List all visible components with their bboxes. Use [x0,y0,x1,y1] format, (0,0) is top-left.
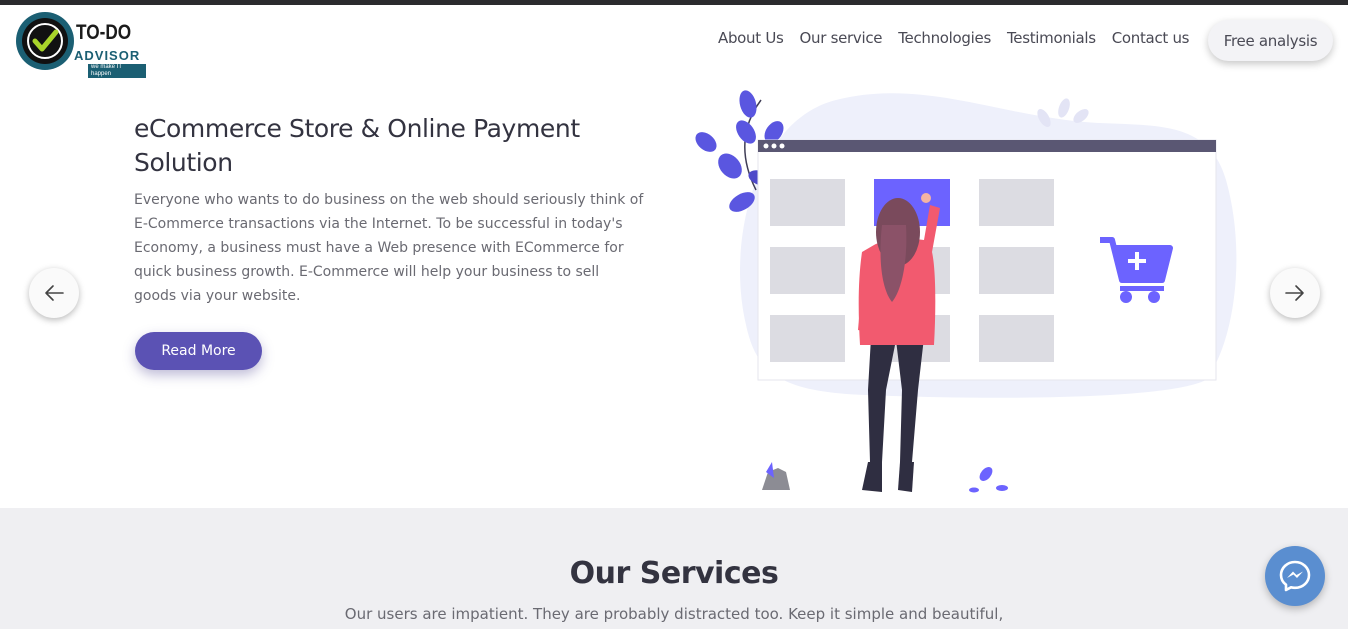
services-subtitle: Our users are impatient. They are probab… [344,605,1004,623]
hero-description: Everyone who wants to do business on the… [134,192,644,304]
read-more-button[interactable]: Read More [135,332,262,370]
nav-link-about[interactable]: About Us [718,29,784,47]
carousel-next-button[interactable] [1270,268,1320,318]
free-analysis-button[interactable]: Free analysis [1208,20,1333,61]
carousel-prev-button[interactable] [29,268,79,318]
checkmark-icon [27,23,63,59]
messenger-chat-button[interactable] [1265,546,1325,606]
arrow-left-icon [45,285,64,301]
services-section: Our Services Our users are impatient. Th… [0,508,1348,629]
browser-titlebar [758,140,1216,152]
logo-tagline: we make IT happen [88,64,146,78]
top-strip [0,0,1348,5]
nav-link-contact[interactable]: Contact us [1112,29,1190,47]
main-nav: About Us Our service Technologies Testim… [718,29,1205,47]
nav-link-service[interactable]: Our service [800,29,883,47]
ecommerce-illustration [695,90,1237,493]
nav-link-technologies[interactable]: Technologies [898,29,991,47]
messenger-icon [1279,560,1311,592]
nav-link-testimonials[interactable]: Testimonials [1007,29,1096,47]
arrow-right-icon [1285,285,1304,301]
logo-subtitle: ADVISOR [74,48,141,63]
services-title: Our Services [569,556,779,591]
brand-logo[interactable]: TO-DO ADVISOR we make IT happen [16,12,146,78]
logo-title: TO-DO [76,21,132,44]
hero-title: eCommerce Store & Online Payment Solutio… [134,114,580,177]
logo-badge [16,12,74,70]
ground-decor [762,462,1008,493]
